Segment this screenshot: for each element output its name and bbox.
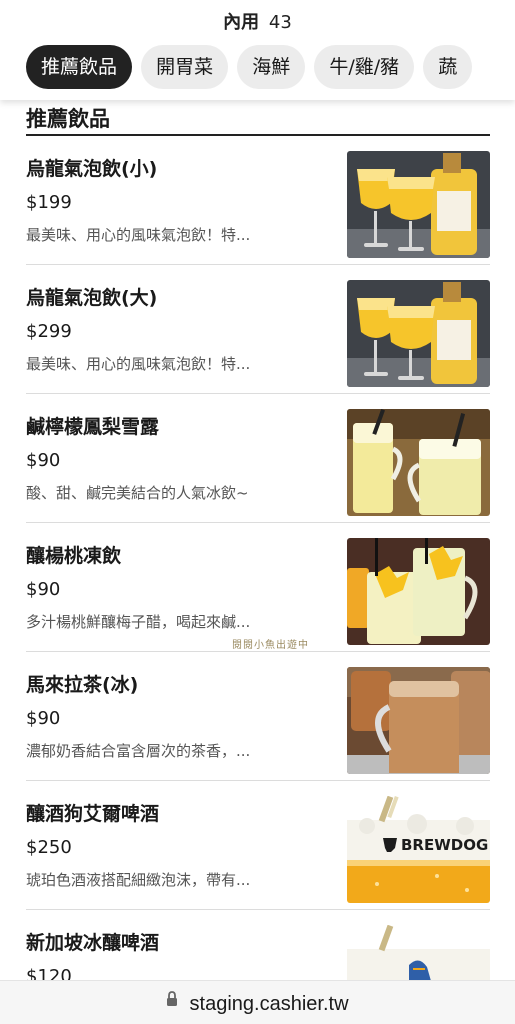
tiger-beer-photo[interactable] bbox=[347, 925, 490, 980]
item-price: $120 bbox=[26, 966, 72, 980]
tab-seafood[interactable]: 海鮮 bbox=[237, 45, 306, 89]
starfruit-iced-drink-photo[interactable] bbox=[347, 538, 490, 645]
menu-item[interactable]: 烏龍氣泡飲(小) $199 最美味、用心的風味氣泡飲！特... bbox=[26, 136, 490, 265]
table-number: 43 bbox=[268, 12, 292, 33]
item-name: 烏龍氣泡飲(小) bbox=[26, 158, 158, 180]
tab-vegetables[interactable]: 蔬 bbox=[423, 45, 473, 89]
menu-item[interactable]: 烏龍氣泡飲(大) $299 最美味、用心的風味氣泡飲！特... bbox=[26, 265, 490, 394]
item-description: 琥珀色酒液搭配細緻泡沫，帶有... bbox=[26, 871, 251, 889]
menu-item[interactable]: 釀楊桃凍飲 $90 多汁楊桃鮮釀梅子醋，喝起來鹹... bbox=[26, 523, 490, 652]
brewdog-ale-photo[interactable]: BREWDOG bbox=[347, 796, 490, 903]
menu-item[interactable]: 新加坡冰釀啤酒 $120 bbox=[26, 910, 490, 980]
table-indicator: 內用 43 bbox=[0, 8, 515, 34]
tab-recommended-drinks[interactable]: 推薦飲品 bbox=[26, 45, 133, 89]
item-price: $90 bbox=[26, 450, 61, 471]
url-text[interactable]: staging.cashier.tw bbox=[190, 982, 349, 1024]
item-description: 最美味、用心的風味氣泡飲！特... bbox=[26, 226, 251, 244]
menu-item[interactable]: 釀酒狗艾爾啤酒 $250 琥珀色酒液搭配細緻泡沫，帶有... BREWDOG bbox=[26, 781, 490, 910]
oolong-sparkling-drink-photo[interactable] bbox=[347, 151, 490, 258]
item-name: 新加坡冰釀啤酒 bbox=[26, 932, 160, 954]
item-name: 鹹檸檬鳳梨雪露 bbox=[26, 416, 160, 438]
malay-milk-tea-photo[interactable] bbox=[347, 667, 490, 774]
lemon-pineapple-slush-photo[interactable] bbox=[347, 409, 490, 516]
menu-item[interactable]: 鹹檸檬鳳梨雪露 $90 酸、甜、鹹完美結合的人氣冰飲~ bbox=[26, 394, 490, 523]
item-description: 多汁楊桃鮮釀梅子醋，喝起來鹹... bbox=[26, 613, 251, 631]
lock-icon bbox=[166, 980, 178, 1024]
item-price: $199 bbox=[26, 192, 72, 213]
item-price: $299 bbox=[26, 321, 72, 342]
item-description: 濃郁奶香結合富含層次的茶香，... bbox=[26, 742, 251, 760]
tab-beef-chicken-pork[interactable]: 牛/雞/豬 bbox=[314, 45, 415, 89]
menu-item[interactable]: 馬來拉茶(冰) $90 濃郁奶香結合富含層次的茶香，... bbox=[26, 652, 490, 781]
tab-appetizers[interactable]: 開胃菜 bbox=[141, 45, 229, 89]
menu-list: 推薦飲品 烏龍氣泡飲(小) $199 最美味、用心的風味氣泡飲！特... 烏龍氣… bbox=[0, 100, 515, 980]
section-title: 推薦飲品 bbox=[26, 107, 110, 131]
item-name: 馬來拉茶(冰) bbox=[26, 674, 139, 696]
item-description: 酸、甜、鹹完美結合的人氣冰飲~ bbox=[26, 484, 249, 502]
item-name: 烏龍氣泡飲(大) bbox=[26, 287, 158, 309]
category-tabs[interactable]: 推薦飲品 開胃菜 海鮮 牛/雞/豬 蔬 bbox=[26, 45, 490, 91]
watermark: 閱閱小魚出遊中 bbox=[232, 640, 309, 651]
browser-address-bar[interactable]: staging.cashier.tw bbox=[0, 980, 515, 1024]
item-price: $90 bbox=[26, 708, 61, 729]
item-name: 釀楊桃凍飲 bbox=[26, 545, 122, 567]
brewdog-logo-text: BREWDOG bbox=[401, 836, 488, 854]
item-description: 最美味、用心的風味氣泡飲！特... bbox=[26, 355, 251, 373]
item-price: $250 bbox=[26, 837, 72, 858]
item-name: 釀酒狗艾爾啤酒 bbox=[26, 803, 160, 825]
oolong-sparkling-drink-photo[interactable] bbox=[347, 280, 490, 387]
dine-in-label: 內用 bbox=[223, 12, 260, 33]
top-bar: 內用 43 推薦飲品 開胃菜 海鮮 牛/雞/豬 蔬 bbox=[0, 0, 515, 100]
item-price: $90 bbox=[26, 579, 61, 600]
